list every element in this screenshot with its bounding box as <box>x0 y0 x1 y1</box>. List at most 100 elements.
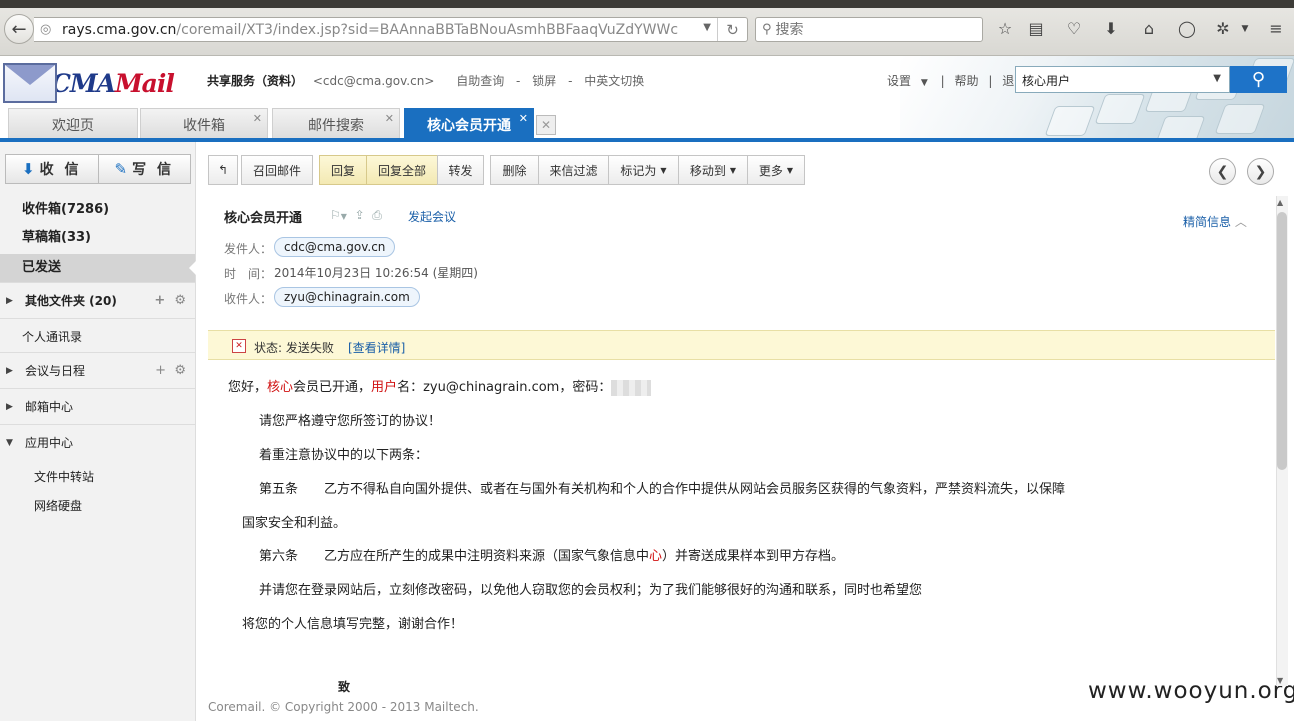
body-paragraph: 将您的个人信息填写完整，谢谢合作！ <box>242 617 464 632</box>
start-meeting-link[interactable]: 发起会议 <box>408 208 456 225</box>
sidebar-group-label: 应用中心 <box>25 436 74 450</box>
gear-icon[interactable]: ⚙ <box>174 293 186 308</box>
sidebar-group-calendar[interactable]: ▶ 会议与日程 + ⚙ <box>0 352 195 388</box>
addon-icon[interactable]: ✲ <box>1212 18 1234 40</box>
receive-button[interactable]: ⬇ 收 信 <box>5 154 99 184</box>
help-link[interactable]: 帮助 <box>954 74 978 88</box>
more-button[interactable]: 更多 ▼ <box>747 155 805 185</box>
url-text[interactable]: rays.cma.gov.cn/coremail/XT3/index.jsp?s… <box>62 22 692 38</box>
brief-info-link[interactable]: 精简信息 ︿ <box>1183 213 1247 230</box>
add-icon[interactable]: + <box>154 293 165 308</box>
reply-all-button[interactable]: 回复全部 <box>366 155 438 185</box>
chevron-left-icon: ❮ <box>1216 163 1229 180</box>
collapse-triangle-icon[interactable]: ▼ <box>6 425 13 461</box>
bookmark-star-icon[interactable]: ☆ <box>994 18 1016 40</box>
filter-button[interactable]: 来信过滤 <box>538 155 609 185</box>
scroll-down-icon[interactable]: ▼ <box>1277 676 1283 685</box>
chat-icon[interactable]: ◯ <box>1176 18 1198 40</box>
calendar-actions: + ⚙ <box>155 353 186 389</box>
to-chip[interactable]: zyu@chinagrain.com <box>274 287 420 307</box>
export-icon[interactable]: ⇪ <box>355 208 365 222</box>
next-mail-button[interactable]: ❯ <box>1247 158 1274 185</box>
scrollbar-thumb[interactable] <box>1277 212 1287 470</box>
chevron-up-icon: ︿ <box>1234 215 1247 229</box>
search-icon: ⚲ <box>762 22 772 37</box>
pocket-icon[interactable]: ♡ <box>1063 18 1085 40</box>
button-label: 回复 <box>330 163 355 178</box>
scroll-up-icon[interactable]: ▲ <box>1277 198 1283 207</box>
from-chip[interactable]: cdc@cma.gov.cn <box>274 237 396 257</box>
mail-search-button[interactable]: ⚲ <box>1230 66 1287 93</box>
sidebar-item-netdisk[interactable]: 网络硬盘 <box>34 497 82 514</box>
expand-triangle-icon[interactable]: ▶ <box>6 353 13 389</box>
sidebar-item-sent[interactable]: 已发送 <box>0 254 196 282</box>
close-icon[interactable]: ✕ <box>519 112 528 125</box>
sidebar-item-drafts[interactable]: 草稿箱(33) <box>0 224 195 252</box>
sidebar-item-label: 网络硬盘 <box>34 499 83 513</box>
delete-button[interactable]: 删除 <box>490 155 539 185</box>
copyright-footer: Coremail. © Copyright 2000 - 2013 Mailte… <box>208 700 479 714</box>
tab-inbox[interactable]: 收件箱 ✕ <box>140 108 268 140</box>
prev-mail-button[interactable]: ❮ <box>1209 158 1236 185</box>
separator: - <box>516 74 521 88</box>
expand-triangle-icon[interactable]: ▶ <box>6 389 13 425</box>
sidebar-group-app-center[interactable]: ▼ 应用中心 <box>0 424 195 460</box>
lock-link[interactable]: 锁屏 <box>532 74 556 88</box>
mark-as-button[interactable]: 标记为 ▼ <box>608 155 679 185</box>
body-paragraph: 着重注意协议中的以下两条： <box>259 448 429 463</box>
view-details-link[interactable]: [查看详情] <box>348 339 405 356</box>
download-icon[interactable]: ⬇ <box>1100 18 1122 40</box>
recall-button[interactable]: 召回邮件 <box>241 155 313 185</box>
reading-list-icon[interactable]: ▤ <box>1025 18 1047 40</box>
receive-label: 收 信 <box>39 162 82 178</box>
compose-row: ⬇ 收 信 ✎ 写 信 <box>5 154 191 184</box>
cmamail-logo[interactable]: CMAMail <box>3 60 195 106</box>
search-scope-select[interactable]: 核心用户 ▼ <box>1015 66 1230 93</box>
write-button[interactable]: ✎ 写 信 <box>98 154 191 184</box>
url-dropdown-icon[interactable]: ▼ <box>703 22 711 33</box>
url-bar[interactable]: ◎ rays.cma.gov.cn/coremail/XT3/index.jsp… <box>34 17 748 42</box>
add-icon[interactable]: + <box>155 363 166 378</box>
gear-icon[interactable]: ⚙ <box>174 363 186 378</box>
sidebar-item-label: 收件箱(7286) <box>22 202 110 217</box>
expand-triangle-icon[interactable]: ▶ <box>6 283 13 319</box>
browser-search-input[interactable] <box>775 21 966 38</box>
text: 名：zyu@chinagrain.com，密码： <box>397 380 612 395</box>
tab-welcome[interactable]: 欢迎页 <box>8 108 138 140</box>
selfquery-link[interactable]: 自助查询 <box>456 74 504 88</box>
separator: | <box>940 74 945 88</box>
flag-icon[interactable]: ⚐ <box>330 208 341 222</box>
download-icon: ⬇ <box>22 160 35 178</box>
move-to-button[interactable]: 移动到 ▼ <box>678 155 748 185</box>
sidebar-group-mailbox-center[interactable]: ▶ 邮箱中心 <box>0 388 195 424</box>
sidebar-item-file-transfer[interactable]: 文件中转站 <box>34 468 94 485</box>
close-icon[interactable]: ✕ <box>253 112 262 125</box>
reload-icon[interactable]: ↻ <box>717 18 747 41</box>
time-label: 时 间： <box>224 267 273 281</box>
back-button[interactable]: ← <box>4 14 34 44</box>
envelope-icon <box>3 63 57 103</box>
print-icon[interactable]: ⎙ <box>372 208 382 222</box>
sidebar-group-other-folders[interactable]: ▶ 其他文件夹 (20) + ⚙ <box>0 282 195 318</box>
menu-icon[interactable]: ≡ <box>1265 18 1287 40</box>
caret-down-icon[interactable]: ▼ <box>341 212 347 221</box>
sidebar-item-label: 已发送 <box>22 260 62 275</box>
home-icon[interactable]: ⌂ <box>1138 18 1160 40</box>
from-address: cdc@cma.gov.cn <box>284 240 386 254</box>
browser-search[interactable]: ⚲ <box>755 17 983 42</box>
tab-core-member[interactable]: 核心会员开通 ✕ <box>404 108 534 140</box>
reply-button[interactable]: 回复 <box>319 155 367 185</box>
close-all-tabs-icon[interactable]: ✕ <box>536 115 556 135</box>
tab-mail-search[interactable]: 邮件搜索 ✕ <box>272 108 400 140</box>
close-icon[interactable]: ✕ <box>385 112 394 125</box>
forward-button[interactable]: 转发 <box>437 155 484 185</box>
sidebar-item-inbox[interactable]: 收件箱(7286) <box>0 196 195 224</box>
error-icon: ✕ <box>232 339 246 353</box>
highlight-text: 心 <box>649 549 663 564</box>
addon-dropdown-icon[interactable]: ▼ <box>1234 18 1256 40</box>
back-to-list-button[interactable]: ↰ <box>208 155 238 185</box>
settings-link[interactable]: 设置 ▼ <box>884 74 931 88</box>
language-link[interactable]: 中英文切换 <box>584 74 644 88</box>
sidebar-item-contacts[interactable]: 个人通讯录 <box>0 318 195 354</box>
folder-actions: + ⚙ <box>154 283 186 319</box>
